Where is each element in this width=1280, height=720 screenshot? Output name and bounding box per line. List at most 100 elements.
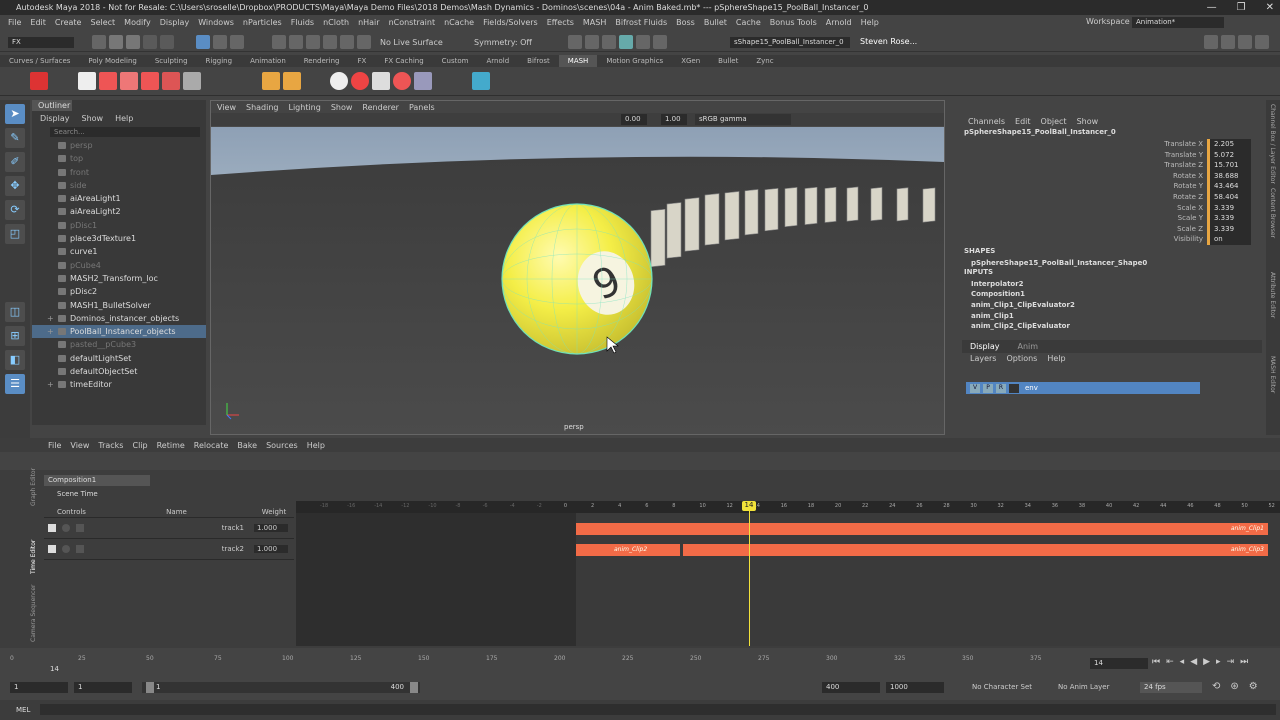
side-tab[interactable]: Attribute Editor xyxy=(1269,272,1276,352)
render-frame-icon[interactable] xyxy=(585,35,599,49)
single-perspective-icon[interactable]: ◫ xyxy=(5,302,25,322)
channel-attribute[interactable]: Translate Z 15.701 xyxy=(962,160,1262,171)
four-view-icon[interactable]: ⊞ xyxy=(5,326,25,346)
mash-signal-icon[interactable] xyxy=(393,72,411,90)
te-menu-bake[interactable]: Bake xyxy=(237,441,257,450)
track-name[interactable]: track2 xyxy=(94,545,244,553)
range-start-handle[interactable] xyxy=(146,682,154,693)
viewport-menu-shading[interactable]: Shading xyxy=(246,103,279,112)
viewport-menu-panels[interactable]: Panels xyxy=(409,103,435,112)
play-forward-icon[interactable]: ▶ xyxy=(1203,657,1210,667)
outliner-item[interactable]: curve1 xyxy=(32,245,206,258)
shelf-tab-zync[interactable]: Zync xyxy=(747,55,782,67)
channel-value[interactable]: 3.339 xyxy=(1207,223,1251,235)
move-tool-icon[interactable]: ✥ xyxy=(5,176,25,196)
mash-network-icon[interactable] xyxy=(30,72,48,90)
colorspace-dropdown[interactable]: sRGB gamma xyxy=(695,114,791,125)
outliner-item[interactable]: + PoolBall_Instancer_objects xyxy=(32,325,206,339)
snap-grid-icon[interactable] xyxy=(272,35,286,49)
select-object-icon[interactable] xyxy=(213,35,227,49)
anim-layer-dropdown[interactable]: No Anim Layer xyxy=(1058,683,1109,691)
te-side-tab[interactable]: Graph Editor xyxy=(30,444,37,506)
time-slider[interactable]: 0 25 50 75 100 125 150 175 200 225 250 275 300 325 350… xyxy=(0,653,1280,675)
modeling-toolkit-icon[interactable] xyxy=(1204,35,1218,49)
track-solo-icon[interactable] xyxy=(62,524,70,532)
outliner-item[interactable]: MASH1_BulletSolver xyxy=(32,299,206,312)
channel-attribute[interactable]: Rotate Z 58.404 xyxy=(962,191,1262,203)
menu-ncloth[interactable]: nCloth xyxy=(323,18,349,27)
render-settings-icon[interactable] xyxy=(619,35,633,49)
preferences-icon[interactable]: ⚙ xyxy=(1249,681,1258,692)
viewport-menu-lighting[interactable]: Lighting xyxy=(288,103,320,112)
shape-node[interactable]: pSphereShape15_PoolBall_Instancer_Shape0 xyxy=(962,258,1262,269)
shelf-tab-custom[interactable]: Custom xyxy=(433,55,478,67)
menu-bullet[interactable]: Bullet xyxy=(704,18,727,27)
channel-value[interactable]: 3.339 xyxy=(1207,213,1251,224)
mash-flight-icon[interactable] xyxy=(162,72,180,90)
mash-repro-icon[interactable] xyxy=(120,72,138,90)
paint-select-icon[interactable]: ✐ xyxy=(5,152,25,172)
render-view-icon[interactable] xyxy=(568,35,582,49)
mash-world-icon[interactable] xyxy=(330,72,348,90)
display-layer-env[interactable]: V P R env xyxy=(966,382,1200,394)
arnold-render-icon[interactable] xyxy=(653,35,667,49)
select-hierarchy-icon[interactable] xyxy=(196,35,210,49)
channel-menu-edit[interactable]: Edit xyxy=(1015,117,1031,126)
menu-effects[interactable]: Effects xyxy=(547,18,574,27)
mash-outliner-icon[interactable] xyxy=(78,72,96,90)
step-back-frame-icon[interactable]: ◂ xyxy=(1180,657,1185,667)
symmetry-dropdown[interactable]: Symmetry: Off xyxy=(474,38,532,47)
shelf-tab-fx[interactable]: FX xyxy=(349,55,376,67)
type-tool-icon[interactable] xyxy=(262,72,280,90)
workspace-dropdown[interactable]: Animation* xyxy=(1132,17,1224,28)
shelf-tab-animation[interactable]: Animation xyxy=(241,55,295,67)
current-frame-field[interactable]: 14 xyxy=(1090,658,1148,669)
shelf-tab-sculpting[interactable]: Sculpting xyxy=(146,55,197,67)
outliner-item[interactable]: + timeEditor xyxy=(32,378,206,391)
track-weight[interactable]: 1.000 xyxy=(254,545,288,553)
menu-mash[interactable]: MASH xyxy=(583,18,606,27)
step-forward-frame-icon[interactable]: ▸ xyxy=(1216,657,1221,667)
layer-tab-display[interactable]: Display xyxy=(970,342,1000,351)
object-name-field[interactable]: sShape15_PoolBall_Instancer_0 xyxy=(730,37,850,48)
channel-attribute[interactable]: Rotate X 38.688 xyxy=(962,170,1262,182)
layer-tab-anim[interactable]: Anim xyxy=(1018,342,1039,351)
gamma-field[interactable]: 1.00 xyxy=(661,114,687,125)
mel-input[interactable] xyxy=(40,704,1276,715)
outliner-item[interactable]: aiAreaLight2 xyxy=(32,205,206,218)
play-backward-icon[interactable]: ◀ xyxy=(1190,657,1197,667)
menu-display[interactable]: Display xyxy=(160,18,190,27)
snap-point-icon[interactable] xyxy=(306,35,320,49)
mash-curve-icon[interactable] xyxy=(183,72,201,90)
layer-render-toggle[interactable]: R xyxy=(996,383,1006,393)
open-scene-icon[interactable] xyxy=(109,35,123,49)
outliner-item[interactable]: aiAreaLight1 xyxy=(32,192,206,205)
track-weight[interactable]: 1.000 xyxy=(254,524,288,532)
track-row[interactable]: track2 1.000 xyxy=(44,539,294,560)
playback-start-field[interactable]: 1 xyxy=(74,682,132,693)
input-node[interactable]: anim_Clip1 xyxy=(962,311,1262,322)
menu-boss[interactable]: Boss xyxy=(676,18,695,27)
outliner-item[interactable]: top xyxy=(32,152,206,165)
outliner-item[interactable]: side xyxy=(32,179,206,192)
layer-menu-options[interactable]: Options xyxy=(1006,354,1037,363)
menu-help[interactable]: Help xyxy=(861,18,879,27)
side-tab[interactable]: Content Browser xyxy=(1269,188,1276,268)
mash-spring-icon[interactable] xyxy=(414,72,432,90)
exposure-field[interactable]: 0.00 xyxy=(621,114,647,125)
channel-attribute[interactable]: Rotate Y 43.464 xyxy=(962,181,1262,192)
menu-fields-solvers[interactable]: Fields/Solvers xyxy=(483,18,538,27)
range-slider-bar[interactable]: 1 400 xyxy=(142,682,420,693)
mash-dynamics-icon[interactable] xyxy=(351,72,369,90)
outliner-menu-show[interactable]: Show xyxy=(82,114,104,123)
channel-value[interactable]: on xyxy=(1207,234,1251,245)
channel-attribute[interactable]: Scale Z 3.339 xyxy=(962,223,1262,235)
shelf-tab-arnold[interactable]: Arnold xyxy=(478,55,519,67)
menu-set-dropdown[interactable]: FX xyxy=(8,37,74,48)
fps-dropdown[interactable]: 24 fps xyxy=(1140,682,1202,693)
rotate-tool-icon[interactable]: ⟳ xyxy=(5,200,25,220)
channel-attribute[interactable]: Translate X 2.205 xyxy=(962,139,1262,150)
outliner-layout-icon[interactable]: ☰ xyxy=(5,374,25,394)
select-component-icon[interactable] xyxy=(230,35,244,49)
channel-value[interactable]: 58.404 xyxy=(1207,191,1251,203)
